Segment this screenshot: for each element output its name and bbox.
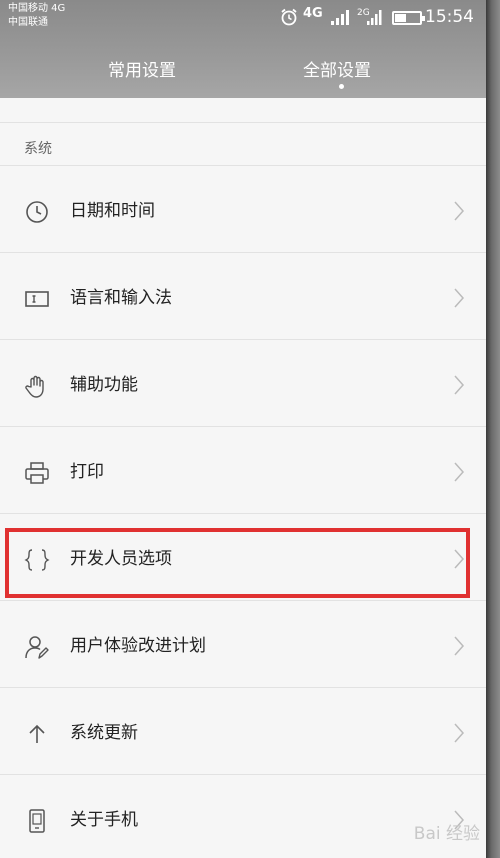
phone-icon [29, 809, 45, 833]
battery-level-fill [395, 14, 406, 22]
list-item-about-phone[interactable]: 关于手机 [0, 775, 486, 858]
top-bar: 中国移动 4G 中国联通 4G 2G 15:54 常用设置 全部设置 [0, 0, 486, 98]
carrier-1-label: 中国移动 4G [8, 3, 66, 14]
status-time: 15:54 [425, 7, 474, 27]
user-edit-icon [25, 636, 49, 659]
list-item-system-update[interactable]: 系统更新 [0, 688, 486, 775]
chevron-right-icon [454, 636, 465, 656]
chevron-right-icon [454, 288, 465, 308]
settings-tabs: 常用设置 全部设置 [0, 40, 486, 98]
chevron-right-icon [454, 201, 465, 221]
list-item-label: 系统更新 [70, 723, 138, 743]
arrow-up-icon [29, 724, 45, 743]
list-item-label: 日期和时间 [70, 201, 155, 221]
section-header-system: 系统 [24, 141, 52, 157]
tab-all-settings[interactable]: 全部设置 [303, 56, 371, 81]
chevron-right-icon [454, 723, 465, 743]
signal-4g-icon [331, 10, 349, 25]
hand-icon [25, 375, 44, 398]
settings-list: 系统 日期和时间 语言和输入法 辅助功能 打印 开发人员选项 用户体验改进计划 … [0, 98, 486, 858]
printer-icon [25, 462, 49, 484]
list-item-user-experience-program[interactable]: 用户体验改进计划 [0, 601, 486, 688]
chevron-right-icon [454, 375, 465, 395]
divider [0, 122, 486, 123]
list-item-label: 辅助功能 [70, 375, 138, 395]
active-tab-indicator [339, 84, 344, 89]
battery-icon [392, 11, 425, 25]
list-item-label: 开发人员选项 [70, 549, 172, 569]
list-item-label: 用户体验改进计划 [70, 636, 206, 656]
settings-screen: 中国移动 4G 中国联通 4G 2G 15:54 常用设置 全部设置 系统 日期… [0, 0, 486, 858]
watermark-text: Bai 经验 [413, 824, 480, 844]
list-item-accessibility[interactable]: 辅助功能 [0, 340, 486, 427]
braces-icon [24, 549, 50, 571]
list-item-label: 关于手机 [70, 810, 138, 830]
clock-icon [26, 201, 48, 223]
carrier-2-label: 中国联通 [8, 17, 48, 28]
signal-2g-icon [367, 10, 382, 25]
tab-common-settings[interactable]: 常用设置 [108, 56, 176, 81]
list-item-developer-options[interactable]: 开发人员选项 [0, 514, 486, 601]
list-item-label: 打印 [70, 462, 104, 482]
list-item-language-input[interactable]: 语言和输入法 [0, 253, 486, 340]
list-item-print[interactable]: 打印 [0, 427, 486, 514]
status-bar: 中国移动 4G 中国联通 4G 2G 15:54 [0, 0, 486, 34]
list-item-date-time[interactable]: 日期和时间 [0, 166, 486, 253]
keyboard-input-icon [25, 291, 49, 307]
list-item-label: 语言和输入法 [70, 288, 172, 308]
screen-edge [486, 0, 500, 858]
network-1-label: 4G [303, 6, 323, 21]
chevron-right-icon [454, 462, 465, 482]
alarm-icon [281, 8, 297, 26]
chevron-right-icon [454, 549, 465, 569]
